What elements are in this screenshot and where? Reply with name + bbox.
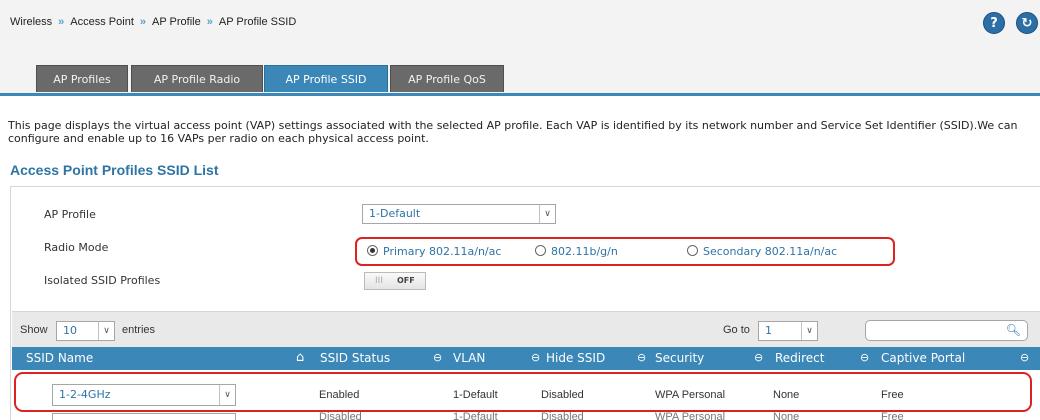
column-captive-portal[interactable]: Captive Portal	[881, 351, 965, 365]
radio-label: Primary 802.11a/n/ac	[383, 245, 502, 258]
column-security[interactable]: Security	[655, 351, 704, 365]
column-redirect[interactable]: Redirect	[775, 351, 825, 365]
radio-label: 802.11b/g/n	[551, 245, 618, 258]
ap-profile-select[interactable]: 1-Default ∨	[362, 204, 556, 224]
cell-captive-portal: Free	[881, 389, 904, 401]
chevron-down-icon: ∨	[219, 385, 235, 405]
ssid-name-select[interactable]: 1-2-4GHz ∨	[52, 384, 236, 406]
breadcrumb-wireless[interactable]: Wireless	[10, 16, 52, 28]
cell-vlan: 1-Default	[453, 389, 498, 401]
goto-label: Go to	[723, 324, 750, 336]
breadcrumb-access-point[interactable]: Access Point	[70, 16, 134, 28]
chevron-down-icon: ∨	[539, 205, 555, 223]
cell-redirect: None	[773, 411, 800, 420]
tab-ap-profile-ssid[interactable]: AP Profile SSID	[264, 65, 388, 92]
sort-icon[interactable]: ⊖	[1020, 351, 1029, 364]
isolated-ssid-label: Isolated SSID Profiles	[44, 274, 161, 287]
sort-icon[interactable]: ⊖	[754, 351, 763, 364]
sort-icon[interactable]: ⊖	[860, 351, 869, 364]
ssid-name-select-partial[interactable]	[52, 413, 236, 420]
search-input[interactable]: 🔍︎	[865, 320, 1028, 341]
radio-unselected-icon	[535, 245, 546, 256]
tab-ap-profile-radio[interactable]: AP Profile Radio	[131, 65, 263, 92]
sort-icon[interactable]: ⊖	[531, 351, 540, 364]
breadcrumb-separator: »	[58, 16, 65, 28]
cell-vlan: 1-Default	[453, 411, 498, 420]
breadcrumb: Wireless » Access Point » AP Profile » AP Prof…	[10, 16, 296, 28]
help-icon[interactable]: ?	[983, 12, 1005, 34]
tab-strip: AP Profiles AP Profile Radio AP Profile …	[0, 50, 1040, 94]
column-ssid-status[interactable]: SSID Status	[320, 351, 390, 365]
radio-primary-80211anac[interactable]: Primary 802.11a/n/ac	[367, 245, 501, 258]
breadcrumb-ap-profile-ssid: AP Profile SSID	[218, 16, 297, 28]
sort-icon[interactable]: ⊖	[637, 351, 646, 364]
cell-captive-portal: Free	[881, 411, 904, 420]
cell-security: WPA Personal	[655, 411, 726, 420]
tab-underline	[0, 93, 1040, 96]
ssid-name-value: 1-2-4GHz	[59, 388, 111, 401]
cell-ssid-status: Enabled	[319, 389, 360, 401]
toggle-knob-icon: III	[375, 276, 383, 286]
chevron-down-icon: ∨	[801, 322, 817, 340]
ap-profile-label: AP Profile	[44, 208, 96, 221]
radio-mode-group: Primary 802.11a/n/ac 802.11b/g/n Seconda…	[355, 237, 895, 266]
radio-secondary-80211anac[interactable]: Secondary 802.11a/n/ac	[687, 245, 837, 258]
table-header: SSID Name ⌂ SSID Status ⊖ VLAN ⊖ Hide SS…	[12, 347, 1040, 370]
section-title: Access Point Profiles SSID List	[10, 162, 219, 178]
isolated-ssid-toggle[interactable]: III OFF	[364, 272, 426, 290]
ap-profile-select-value: 1-Default	[369, 207, 421, 220]
cell-hide-ssid: Disabled	[541, 389, 584, 401]
column-hide-ssid[interactable]: Hide SSID	[546, 351, 605, 365]
top-bar: Wireless » Access Point » AP Profile » AP Prof…	[0, 0, 1040, 50]
chevron-down-icon: ∨	[98, 322, 114, 340]
tab-ap-profile-qos[interactable]: AP Profile QoS	[390, 65, 504, 92]
column-ssid-name[interactable]: SSID Name	[26, 351, 93, 365]
cell-security: WPA Personal	[655, 389, 726, 401]
toggle-state: OFF	[397, 276, 415, 285]
refresh-icon[interactable]: ↻	[1016, 12, 1038, 34]
entries-select[interactable]: 10 ∨	[56, 321, 115, 341]
radio-label: Secondary 802.11a/n/ac	[703, 245, 838, 258]
entries-label: entries	[122, 324, 156, 336]
radio-80211bgn[interactable]: 802.11b/g/n	[535, 245, 618, 258]
entries-select-value: 10	[63, 324, 77, 337]
cell-redirect: None	[773, 389, 800, 401]
cell-ssid-status: Disabled	[319, 411, 362, 420]
goto-page-value: 1	[765, 324, 772, 337]
column-vlan[interactable]: VLAN	[453, 351, 485, 365]
tab-ap-profiles[interactable]: AP Profiles	[36, 65, 128, 92]
radio-unselected-icon	[687, 245, 698, 256]
goto-page-select[interactable]: 1 ∨	[758, 321, 818, 341]
radio-mode-label: Radio Mode	[44, 241, 109, 254]
breadcrumb-separator: »	[206, 16, 213, 28]
search-icon: 🔍︎	[1005, 323, 1021, 337]
radio-selected-icon	[367, 245, 378, 256]
home-icon[interactable]: ⌂	[296, 350, 304, 365]
page-description: This page displays the virtual access po…	[8, 119, 1018, 145]
breadcrumb-ap-profile[interactable]: AP Profile	[152, 16, 201, 28]
table-controls: Show 10 ∨ entries Go to 1 ∨ 🔍︎	[12, 311, 1040, 347]
breadcrumb-separator: »	[139, 16, 147, 28]
sort-icon[interactable]: ⊖	[433, 351, 442, 364]
show-label: Show	[20, 324, 48, 336]
cell-hide-ssid: Disabled	[541, 411, 584, 420]
